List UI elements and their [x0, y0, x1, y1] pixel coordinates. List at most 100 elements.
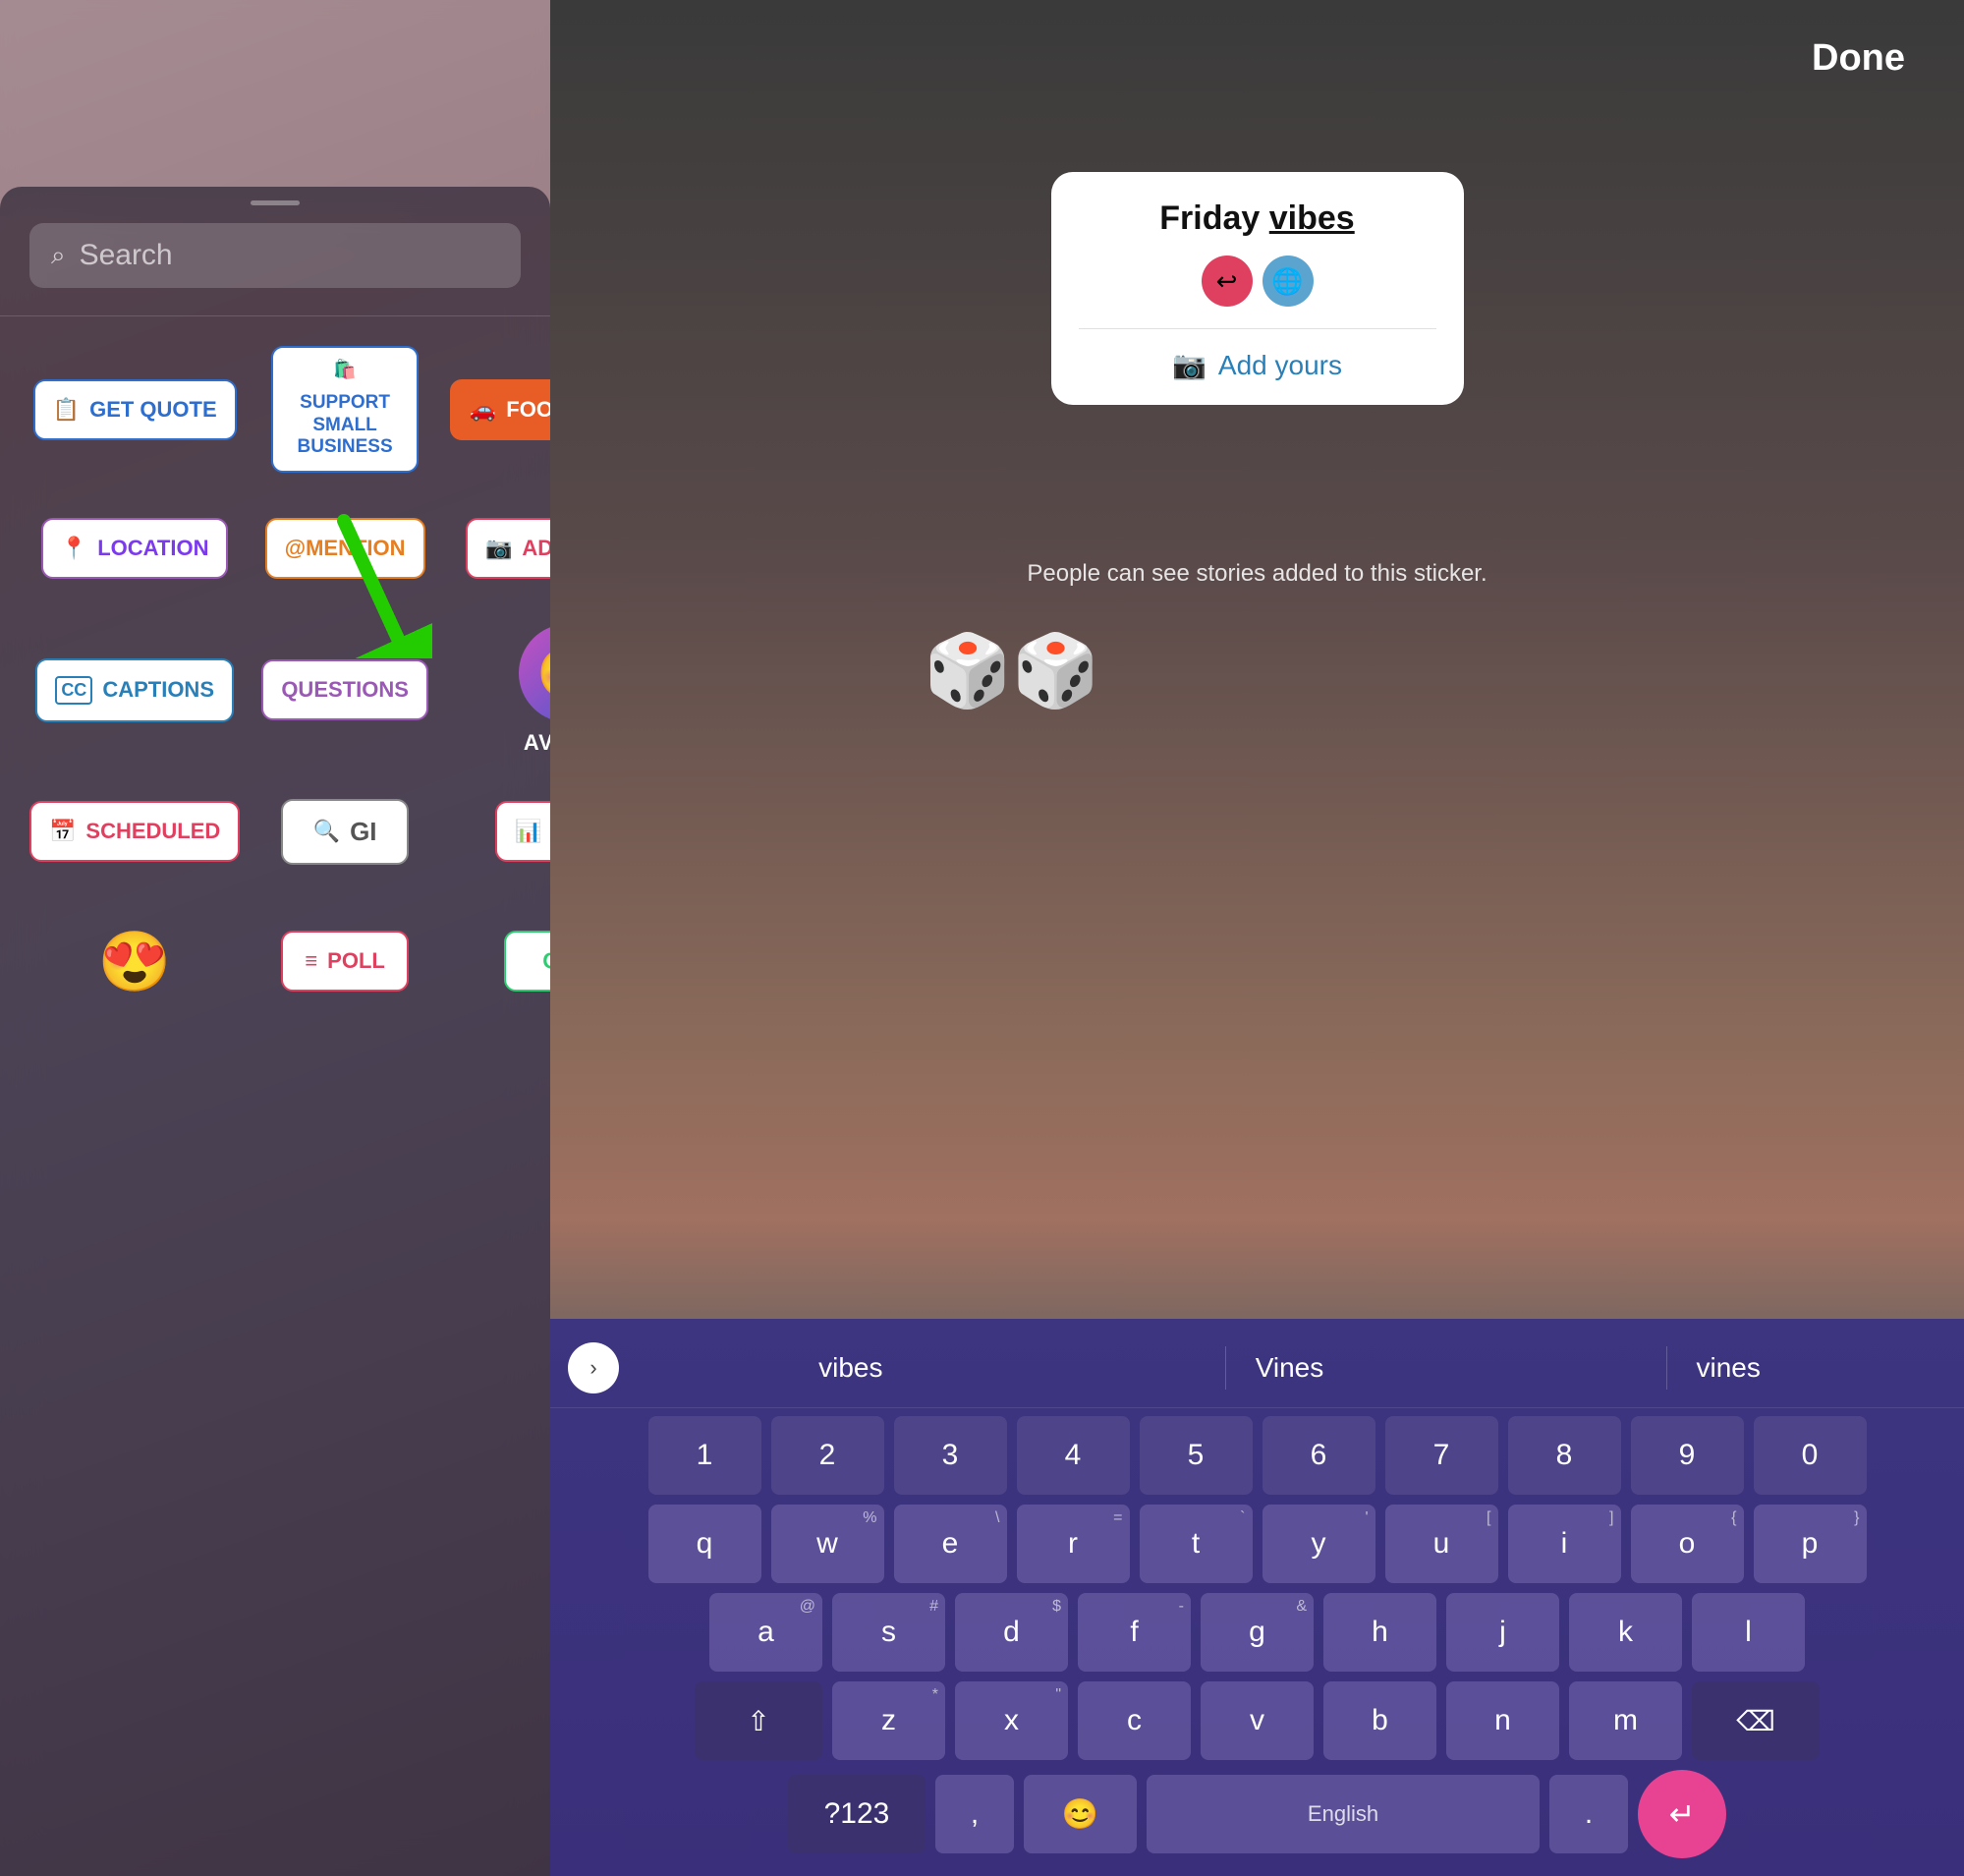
key-z[interactable]: z*	[832, 1681, 945, 1760]
autocomplete-vines[interactable]: Vines	[1225, 1346, 1354, 1390]
heart-icon: ↩	[1202, 256, 1253, 307]
space-key[interactable]: English	[1147, 1775, 1540, 1853]
key-3[interactable]: 3	[894, 1416, 1007, 1495]
sticker-avatar[interactable]: 😊 AVATAR	[450, 624, 550, 756]
key-6[interactable]: 6	[1263, 1416, 1375, 1495]
search-bar[interactable]: ⌕	[29, 223, 521, 288]
autocomplete-vibes[interactable]: vibes	[789, 1346, 912, 1390]
key-c[interactable]: c	[1078, 1681, 1191, 1760]
space-key-label: English	[1308, 1801, 1378, 1827]
return-key[interactable]: ↵	[1638, 1770, 1726, 1858]
key-d[interactable]: d$	[955, 1593, 1068, 1672]
key-8[interactable]: 8	[1508, 1416, 1621, 1495]
num-switch-label: ?123	[824, 1797, 890, 1831]
key-p[interactable]: p}	[1754, 1505, 1867, 1583]
top-blur-overlay	[0, 0, 550, 216]
key-s[interactable]: s#	[832, 1593, 945, 1672]
sticker-food-orders[interactable]: 🚗 FOOD ORDERS	[450, 346, 550, 473]
divider-1	[0, 315, 550, 316]
key-t[interactable]: t`	[1140, 1505, 1253, 1583]
key-k[interactable]: k	[1569, 1593, 1682, 1672]
sticker-music[interactable]: 📊 MUSIC	[450, 777, 550, 885]
autocomplete-vines2[interactable]: vines	[1666, 1346, 1790, 1390]
sticker-poll[interactable]: ≡ POLL	[261, 907, 428, 1015]
popup-title: Friday vibes	[1079, 199, 1436, 238]
gi-label: GI	[350, 817, 376, 847]
key-n[interactable]: n	[1446, 1681, 1559, 1760]
key-1[interactable]: 1	[648, 1416, 761, 1495]
support-label: SUPPORTSMALLBUSINESS	[298, 392, 393, 459]
search-input[interactable]	[80, 239, 499, 272]
keyboard: › vibes Vines vines 1 2 3 4 5 6 7 8 9 0	[550, 1319, 1964, 1876]
key-x[interactable]: x"	[955, 1681, 1068, 1760]
sticker-popup: Friday vibes ↩ 🌐 📷 Add yours	[1051, 172, 1464, 405]
emoji-keyboard-key[interactable]: 😊	[1024, 1775, 1137, 1853]
add-yours-label: ADD YOURS	[522, 536, 550, 561]
quiz-label: QUIZ	[542, 948, 550, 974]
sticker-support-small[interactable]: 🛍️ SUPPORTSMALLBUSINESS	[261, 346, 428, 473]
key-r[interactable]: r=	[1017, 1505, 1130, 1583]
music-icon: 📊	[515, 819, 541, 844]
sticker-captions[interactable]: CC CAPTIONS	[29, 624, 240, 756]
autocomplete-suggestions: vibes Vines vines	[633, 1346, 1946, 1390]
location-label: LOCATION	[97, 536, 208, 561]
key-2[interactable]: 2	[771, 1416, 884, 1495]
popup-subtitle: People can see stories added to this sti…	[1027, 560, 1487, 588]
key-5[interactable]: 5	[1140, 1416, 1253, 1495]
key-7[interactable]: 7	[1385, 1416, 1498, 1495]
comma-key[interactable]: ,	[935, 1775, 1014, 1853]
key-u[interactable]: u[	[1385, 1505, 1498, 1583]
scheduled-icon: 📅	[49, 819, 76, 844]
key-a[interactable]: a@	[709, 1593, 822, 1672]
sticker-scheduled[interactable]: 📅 SCHEDULED	[29, 777, 240, 885]
key-i[interactable]: i]	[1508, 1505, 1621, 1583]
popup-divider	[1079, 328, 1436, 329]
sticker-gi[interactable]: 🔍 GI	[261, 777, 428, 885]
shift-key[interactable]: ⇧	[695, 1681, 822, 1760]
key-e[interactable]: e\	[894, 1505, 1007, 1583]
num-switch-key[interactable]: ?123	[788, 1775, 926, 1853]
key-0[interactable]: 0	[1754, 1416, 1867, 1495]
key-f[interactable]: f-	[1078, 1593, 1191, 1672]
key-9[interactable]: 9	[1631, 1416, 1744, 1495]
autocomplete-arrow[interactable]: ›	[568, 1342, 619, 1393]
sticker-quiz[interactable]: QUIZ	[450, 907, 550, 1015]
key-4[interactable]: 4	[1017, 1416, 1130, 1495]
drag-handle[interactable]	[251, 200, 300, 205]
key-m[interactable]: m	[1569, 1681, 1682, 1760]
poll-label: POLL	[327, 948, 385, 974]
key-h[interactable]: h	[1323, 1593, 1436, 1672]
get-quote-icon: 📋	[53, 397, 80, 423]
sticker-add-yours[interactable]: 📷 ADD YOURS	[450, 494, 550, 602]
period-key[interactable]: .	[1549, 1775, 1628, 1853]
search-icon: ⌕	[51, 240, 66, 271]
done-button[interactable]: Done	[1812, 37, 1905, 80]
sticker-bottom-sheet: ⌕ 📋 GET QUOTE 🛍️ SUPPORTSMALLBUSINESS	[0, 187, 550, 1876]
green-arrow	[305, 501, 432, 663]
delete-key[interactable]: ⌫	[1692, 1681, 1820, 1760]
food-icon: 🚗	[470, 397, 496, 423]
key-w[interactable]: w%	[771, 1505, 884, 1583]
key-b[interactable]: b	[1323, 1681, 1436, 1760]
sticker-location[interactable]: 📍 LOCATION	[29, 494, 240, 602]
sticker-get-quote[interactable]: 📋 GET QUOTE	[29, 346, 240, 473]
sticker-emoji[interactable]: 😍	[29, 907, 240, 1015]
support-icon: 🛍️	[333, 360, 357, 382]
avatar-icon: 😊	[536, 644, 550, 704]
dice-emoji: 🎲🎲	[924, 629, 1099, 712]
zxcv-row: ⇧ z* x" c v b n m ⌫	[560, 1681, 1954, 1760]
key-q[interactable]: q	[648, 1505, 761, 1583]
globe-icon: 🌐	[1263, 256, 1314, 307]
key-o[interactable]: o{	[1631, 1505, 1744, 1583]
food-label: FOOD ORDERS	[506, 397, 550, 423]
qwerty-row: q w% e\ r= t` y' u[ i] o{ p}	[560, 1505, 1954, 1583]
bottom-row: ?123 , 😊 English . ↵	[560, 1770, 1954, 1858]
location-icon: 📍	[61, 536, 87, 561]
key-j[interactable]: j	[1446, 1593, 1559, 1672]
key-l[interactable]: l	[1692, 1593, 1805, 1672]
add-yours-button[interactable]: 📷 Add yours	[1079, 349, 1436, 381]
key-g[interactable]: g&	[1201, 1593, 1314, 1672]
key-v[interactable]: v	[1201, 1681, 1314, 1760]
avatar-label: AVATAR	[524, 730, 550, 756]
key-y[interactable]: y'	[1263, 1505, 1375, 1583]
